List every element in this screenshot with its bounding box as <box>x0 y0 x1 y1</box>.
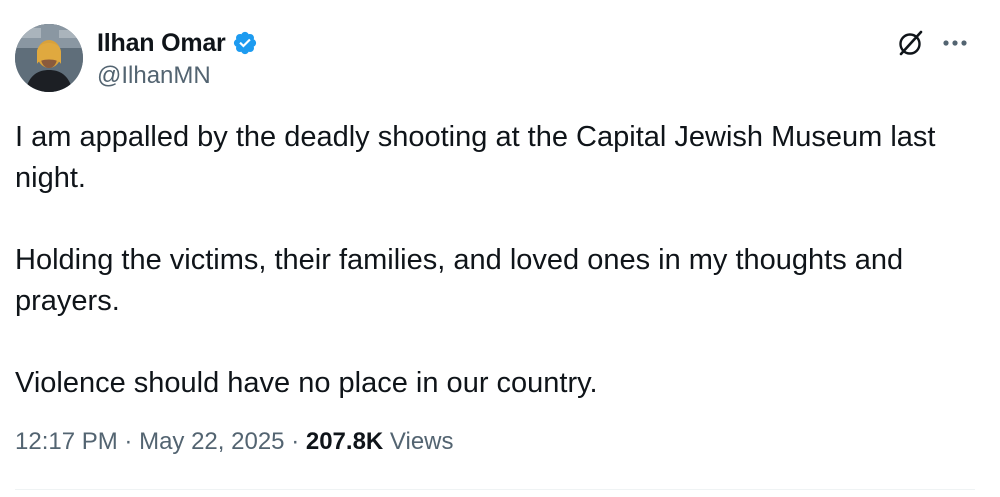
tweet-card: Ilhan Omar @IlhanMN I am appalled by the… <box>0 0 1000 497</box>
tweet-text: I am appalled by the deadly shooting at … <box>15 117 975 404</box>
author-display-name[interactable]: Ilhan Omar <box>97 29 226 58</box>
meta-separator: · <box>124 428 133 455</box>
author-name-row: Ilhan Omar <box>97 26 258 60</box>
avatar[interactable] <box>15 24 83 92</box>
divider <box>15 489 975 490</box>
tweet-paragraph: I am appalled by the deadly shooting at … <box>15 121 936 194</box>
more-options-icon[interactable] <box>942 32 968 54</box>
avatar-image <box>15 24 83 92</box>
views-count: 207.8K <box>305 428 384 455</box>
tweet-paragraph: Holding the victims, their families, and… <box>15 244 904 317</box>
verified-badge-icon[interactable] <box>232 30 258 56</box>
author-handle[interactable]: @IlhanMN <box>97 62 211 90</box>
grok-icon[interactable] <box>896 28 926 58</box>
views-label: Views <box>389 428 454 455</box>
meta-separator: · <box>291 428 300 455</box>
tweet-date[interactable]: May 22, 2025 <box>139 428 284 455</box>
tweet-paragraph: Violence should have no place in our cou… <box>15 367 598 399</box>
tweet-meta: 12:17 PM · May 22, 2025 · 207.8K Views <box>15 428 454 456</box>
tweet-time[interactable]: 12:17 PM <box>15 428 118 455</box>
